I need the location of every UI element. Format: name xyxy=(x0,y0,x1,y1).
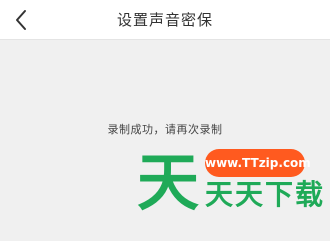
recording-status-message: 录制成功，请再次录制 xyxy=(107,123,223,136)
watermark-brand-text: 天天下载 xyxy=(205,178,326,211)
watermark-url-badge: www.TTzip.com xyxy=(205,149,311,177)
watermark-logo: 天 www.TTzip.com 天天下载 xyxy=(133,146,323,218)
page-title: 设置声音密保 xyxy=(116,11,213,29)
watermark-logo-glyph: 天 xyxy=(137,146,199,216)
screen: 设置声音密保 录制成功，请再次录制 天 www.TTzip.com 天天下载 xyxy=(0,0,330,241)
watermark-logo-char: 天 xyxy=(137,146,199,216)
navbar: 设置声音密保 xyxy=(0,0,330,40)
